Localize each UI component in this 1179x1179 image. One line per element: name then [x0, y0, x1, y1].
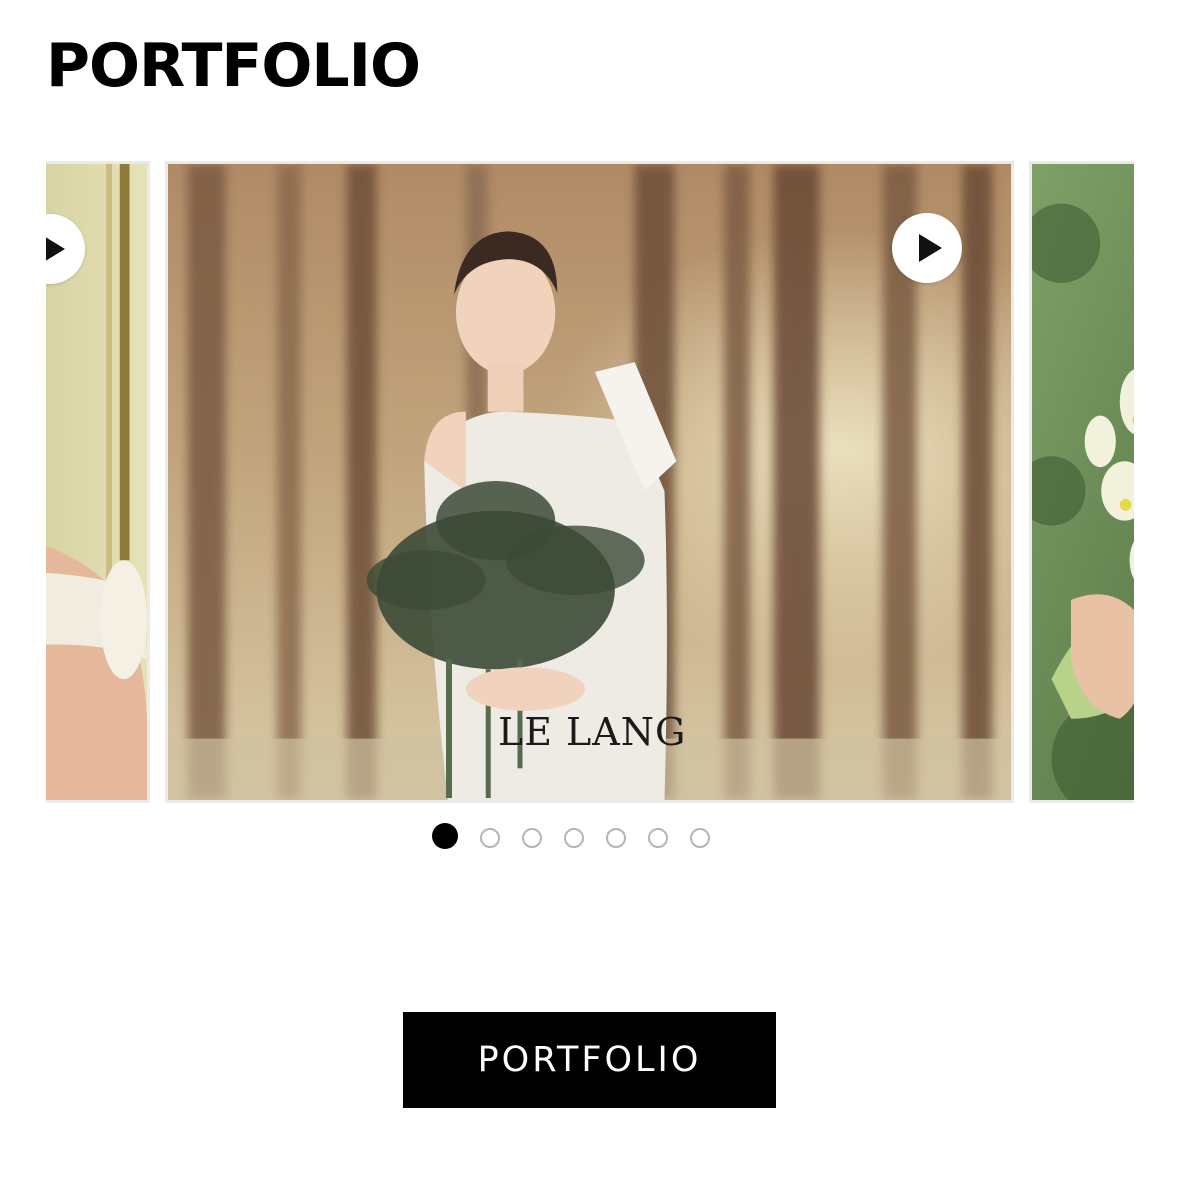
pagination-dot[interactable]	[606, 828, 626, 848]
brand-watermark: LE LANG	[498, 710, 687, 754]
play-icon	[46, 237, 65, 261]
slide-photo	[1032, 164, 1134, 800]
slide-photo	[168, 164, 1011, 800]
play-icon	[919, 234, 942, 262]
carousel-slide-previous[interactable]	[46, 161, 150, 803]
carousel-slide-next[interactable]	[1029, 161, 1134, 803]
play-video-button[interactable]	[46, 214, 85, 284]
portfolio-section: PORTFOLIO LE LANG PORTFOLIO	[0, 0, 1179, 1179]
portfolio-carousel[interactable]: LE LANG	[46, 161, 1134, 803]
pagination-dot[interactable]	[480, 828, 500, 848]
pagination-dot[interactable]	[432, 823, 458, 849]
play-video-button[interactable]	[892, 213, 962, 283]
pagination-dot[interactable]	[522, 828, 542, 848]
pagination-dot[interactable]	[564, 828, 584, 848]
pagination-dot[interactable]	[648, 828, 668, 848]
carousel-slide-current[interactable]: LE LANG	[165, 161, 1014, 803]
section-title: PORTFOLIO	[46, 31, 421, 101]
carousel-pagination	[432, 823, 710, 852]
portfolio-button[interactable]: PORTFOLIO	[403, 1012, 776, 1108]
pagination-dot[interactable]	[690, 828, 710, 848]
